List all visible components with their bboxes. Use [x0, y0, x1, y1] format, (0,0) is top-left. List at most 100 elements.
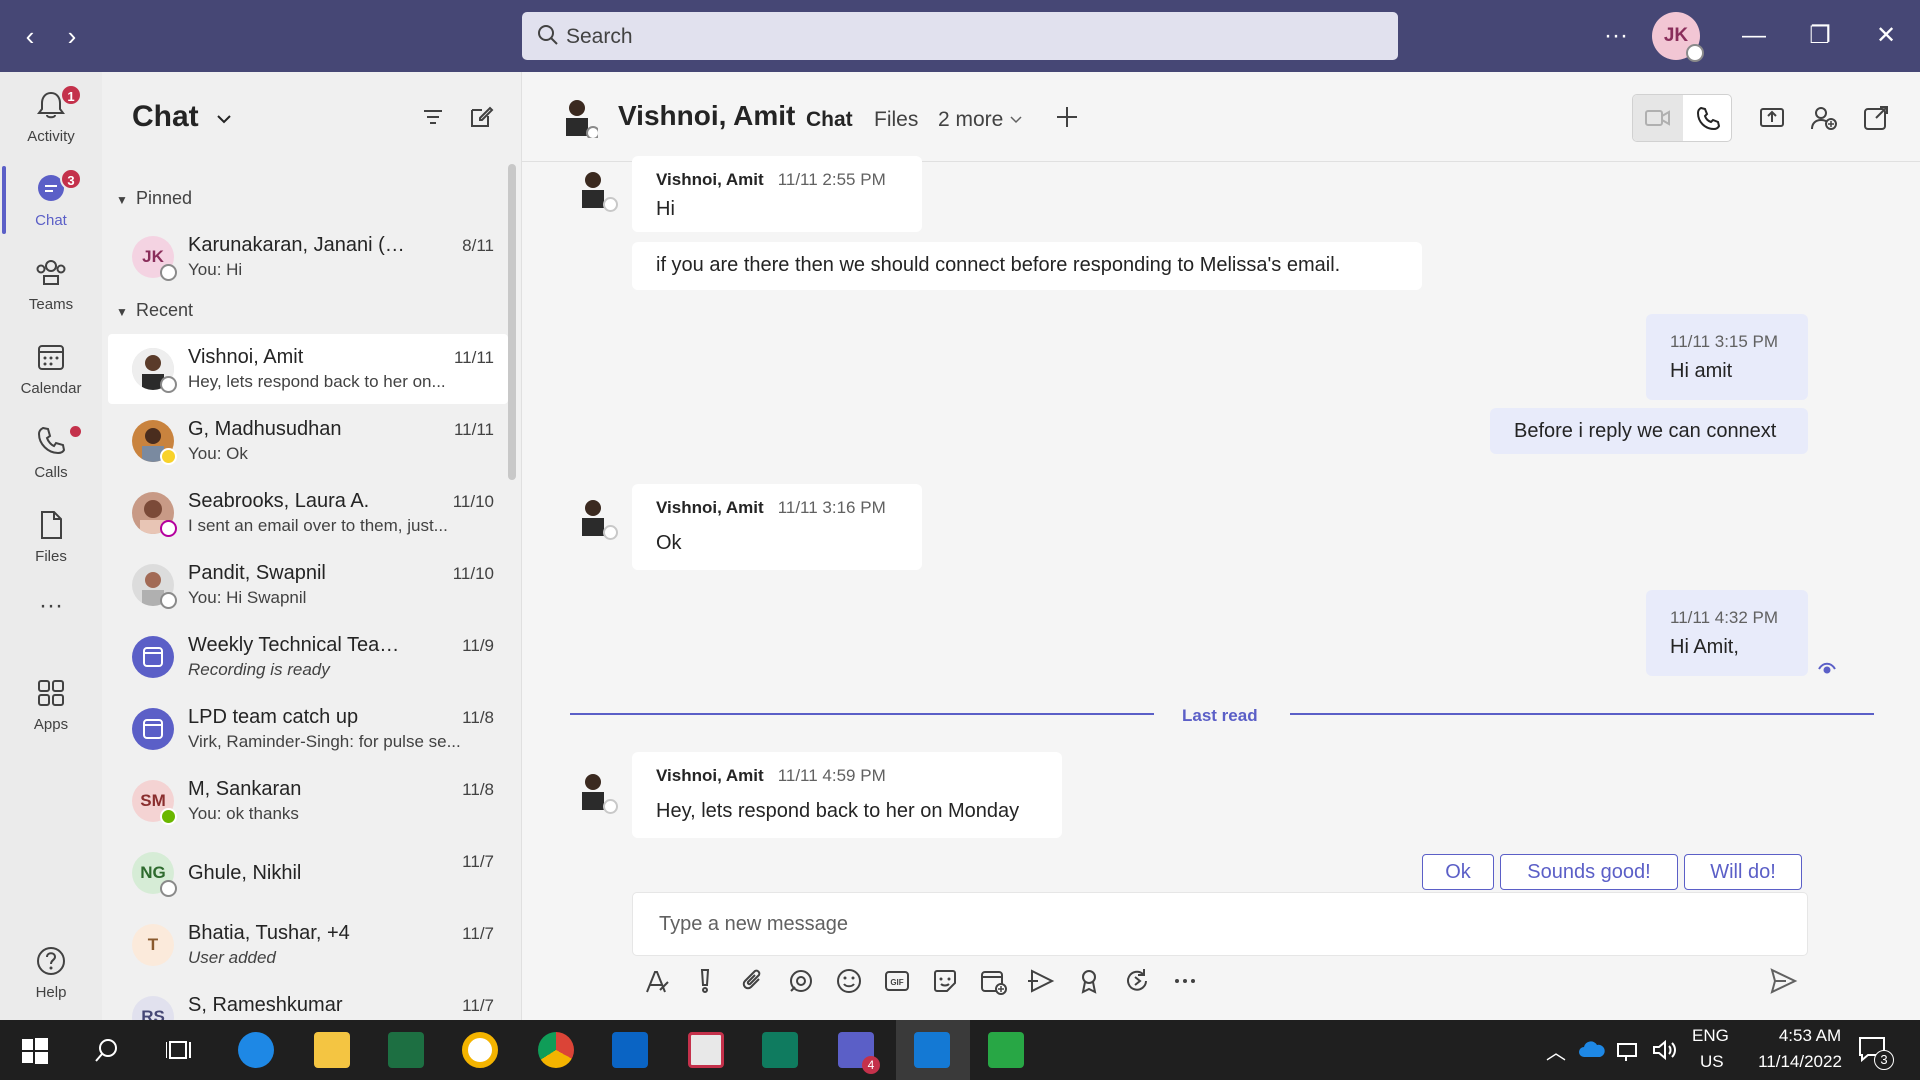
rail-files[interactable]: Files [0, 498, 102, 578]
tray-chevron-up-icon[interactable]: ︿ [1546, 1036, 1566, 1065]
loop-icon[interactable] [786, 966, 816, 996]
chevron-down-icon [1010, 116, 1022, 124]
format-icon[interactable] [642, 966, 672, 996]
share-screen-icon[interactable] [1758, 104, 1786, 132]
rail-calls[interactable]: Calls [0, 414, 102, 494]
compose-box[interactable]: Type a new message [632, 892, 1808, 956]
quick-reply-ok[interactable]: Ok [1422, 854, 1494, 890]
chat-name: Bhatia, Tushar, +4 [188, 922, 350, 944]
pinned-section-header[interactable]: ▼ Pinned [116, 188, 192, 209]
region-indicator[interactable]: US [1700, 1052, 1724, 1072]
quick-reply-will-do[interactable]: Will do! [1684, 854, 1802, 890]
gif-icon[interactable]: GIF [882, 966, 912, 996]
updates-icon[interactable] [1122, 966, 1152, 996]
rail-teams[interactable]: Teams [0, 246, 102, 326]
chat-row-recent-5[interactable]: LPD team catch up Virk, Raminder-Singh: … [108, 694, 508, 764]
attach-icon[interactable] [738, 966, 768, 996]
chat-badge: 3 [60, 168, 82, 190]
chat-name: Ghule, Nikhil [188, 862, 302, 884]
volume-icon[interactable] [1652, 1038, 1678, 1062]
restore-button[interactable]: ❐ [1802, 18, 1838, 54]
forward-button[interactable]: › [56, 20, 88, 52]
my-message-bubble[interactable]: 11/11 3:15 PM Hi amit [1646, 314, 1808, 400]
status-offline-icon [160, 376, 177, 393]
rail-activity[interactable]: 1 Activity [0, 78, 102, 158]
back-button[interactable]: ‹ [14, 20, 46, 52]
filter-icon[interactable] [418, 102, 448, 132]
more-options-button[interactable]: ··· [1598, 18, 1634, 54]
video-call-button[interactable] [1633, 95, 1683, 141]
internet-explorer-icon[interactable] [238, 1032, 274, 1068]
chat-row-recent-9[interactable]: RS S, Rameshkumar 11/7 [108, 982, 508, 1020]
chat-row-recent-1[interactable]: G, Madhusudhan You: Ok 11/11 [108, 406, 508, 476]
audio-call-icon[interactable] [1695, 106, 1721, 132]
chat-row-recent-2[interactable]: Seabrooks, Laura A. I sent an email over… [108, 478, 508, 548]
rail-calendar[interactable]: Calendar [0, 330, 102, 410]
tab-more[interactable]: 2 more [938, 108, 1023, 132]
chat-row-recent-7[interactable]: NG Ghule, Nikhil 11/7 [108, 838, 508, 908]
chat-row-pinned-0[interactable]: JK Karunakaran, Janani (You) You: Hi 8/1… [108, 222, 508, 292]
close-button[interactable]: ✕ [1868, 18, 1904, 54]
app-icon[interactable] [762, 1032, 798, 1068]
chat-list-scrollbar[interactable] [508, 164, 516, 480]
tab-files[interactable]: Files [874, 108, 918, 132]
file-explorer-icon[interactable] [314, 1032, 350, 1068]
search-box[interactable]: Search [522, 12, 1398, 60]
teams-taskbar-icon[interactable]: 4 [838, 1032, 880, 1074]
rail-more[interactable]: ··· [0, 592, 102, 632]
stream-icon[interactable] [1026, 966, 1056, 996]
network-icon[interactable] [1616, 1038, 1642, 1062]
minimize-button[interactable]: — [1736, 18, 1772, 54]
chevron-down-icon[interactable] [214, 102, 234, 136]
emoji-icon[interactable] [834, 966, 864, 996]
rail-chat[interactable]: 3 Chat [0, 162, 102, 242]
message-bubble[interactable]: Vishnoi, Amit 11/11 3:16 PM Ok [632, 484, 922, 570]
sticker-icon[interactable] [930, 966, 960, 996]
media-player-icon[interactable] [988, 1032, 1024, 1068]
important-icon[interactable] [690, 966, 720, 996]
clock-time[interactable]: 4:53 AM [1762, 1026, 1858, 1046]
outlook-icon[interactable] [612, 1032, 648, 1068]
chat-date: 11/7 [462, 996, 494, 1015]
chat-date: 11/9 [462, 636, 494, 655]
message-bubble[interactable]: Vishnoi, Amit 11/11 4:59 PM Hey, lets res… [632, 752, 1062, 838]
add-tab-icon[interactable] [1054, 104, 1080, 130]
task-view-icon[interactable] [166, 1038, 194, 1064]
teams-taskbar-badge: 4 [862, 1056, 880, 1074]
chat-row-recent-0[interactable]: Vishnoi, Amit Hey, lets respond back to … [108, 334, 508, 404]
tab-chat[interactable]: Chat [806, 108, 853, 132]
chat-row-recent-8[interactable]: T Bhatia, Tushar, +4 User added 11/7 [108, 910, 508, 980]
onedrive-icon[interactable] [1578, 1040, 1606, 1058]
quick-reply-sounds-good[interactable]: Sounds good! [1500, 854, 1678, 890]
skype-business-icon[interactable] [914, 1032, 950, 1068]
windows-start-icon[interactable] [22, 1038, 48, 1064]
send-icon[interactable] [1768, 966, 1798, 996]
pop-out-icon[interactable] [1862, 104, 1890, 132]
my-message-bubble[interactable]: 11/11 4:32 PM Hi Amit, [1646, 590, 1808, 676]
more-actions-icon[interactable] [1170, 966, 1200, 996]
contact-avatar[interactable] [556, 94, 598, 138]
schedule-meeting-icon[interactable] [978, 966, 1008, 996]
message-bubble[interactable]: if you are there then we should connect … [632, 242, 1422, 290]
remote-app-icon[interactable] [688, 1032, 724, 1068]
chat-name: Pandit, Swapnil [188, 562, 326, 584]
profile-avatar[interactable]: JK [1652, 12, 1704, 62]
new-chat-icon[interactable] [466, 102, 496, 132]
rail-apps[interactable]: Apps [0, 666, 102, 746]
recent-section-header[interactable]: ▼ Recent [116, 300, 193, 321]
excel-icon[interactable] [388, 1032, 424, 1068]
clock-date[interactable]: 11/14/2022 [1742, 1052, 1858, 1072]
chat-row-recent-6[interactable]: SM M, Sankaran You: ok thanks 11/8 [108, 766, 508, 836]
my-message-bubble[interactable]: Before i reply we can connext [1490, 408, 1808, 454]
browser-icon[interactable] [462, 1032, 498, 1068]
praise-icon[interactable] [1074, 966, 1104, 996]
message-bubble[interactable]: Vishnoi, Amit 11/11 2:55 PM Hi [632, 156, 922, 232]
language-indicator[interactable]: ENG [1692, 1026, 1729, 1046]
chat-row-recent-4[interactable]: Weekly Technical Team M... Recording is … [108, 622, 508, 692]
rail-help[interactable]: Help [0, 934, 102, 1014]
chrome-icon[interactable] [538, 1032, 574, 1068]
add-people-icon[interactable] [1810, 104, 1838, 132]
chat-row-recent-3[interactable]: Pandit, Swapnil You: Hi Swapnil 11/10 [108, 550, 508, 620]
taskbar-search-icon[interactable] [94, 1038, 120, 1064]
message-time: 11/11 3:15 PM [1670, 332, 1779, 351]
